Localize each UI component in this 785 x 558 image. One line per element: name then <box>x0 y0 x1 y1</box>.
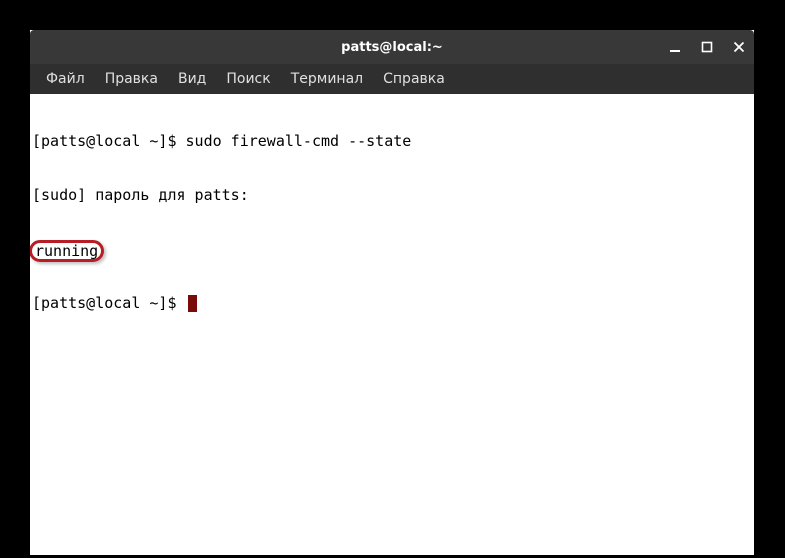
terminal-line: running <box>32 240 754 258</box>
terminal-area[interactable]: [patts@local ~]$ sudo firewall-cmd --sta… <box>30 94 754 555</box>
prompt: [patts@local ~]$ <box>32 132 186 150</box>
highlighted-output: running <box>30 240 104 262</box>
terminal-line: [sudo] пароль для patts: <box>32 186 754 204</box>
menu-terminal[interactable]: Терминал <box>281 66 373 92</box>
terminal-line: [patts@local ~]$ <box>32 294 754 312</box>
sudo-prompt: [sudo] пароль для patts: <box>32 186 258 204</box>
command-text: sudo firewall-cmd --state <box>186 132 412 150</box>
titlebar[interactable]: patts@local:~ <box>30 30 754 64</box>
window-controls <box>668 30 746 64</box>
prompt: [patts@local ~]$ <box>32 294 186 312</box>
menubar: Файл Правка Вид Поиск Терминал Справка <box>30 64 754 94</box>
minimize-icon <box>669 41 681 53</box>
maximize-icon <box>701 41 713 53</box>
menu-file[interactable]: Файл <box>36 66 95 92</box>
menu-search[interactable]: Поиск <box>216 66 280 92</box>
window-title: patts@local:~ <box>341 40 443 55</box>
close-button[interactable] <box>732 40 746 54</box>
menu-edit[interactable]: Правка <box>95 66 168 92</box>
menu-view[interactable]: Вид <box>168 66 216 92</box>
maximize-button[interactable] <box>700 40 714 54</box>
minimize-button[interactable] <box>668 40 682 54</box>
terminal-line: [patts@local ~]$ sudo firewall-cmd --sta… <box>32 132 754 150</box>
status-output: running <box>35 242 98 260</box>
close-icon <box>733 41 745 53</box>
terminal-window: patts@local:~ Файл Правка Вид Поиск Терм… <box>30 30 754 555</box>
cursor <box>188 295 197 312</box>
menu-help[interactable]: Справка <box>373 66 455 92</box>
